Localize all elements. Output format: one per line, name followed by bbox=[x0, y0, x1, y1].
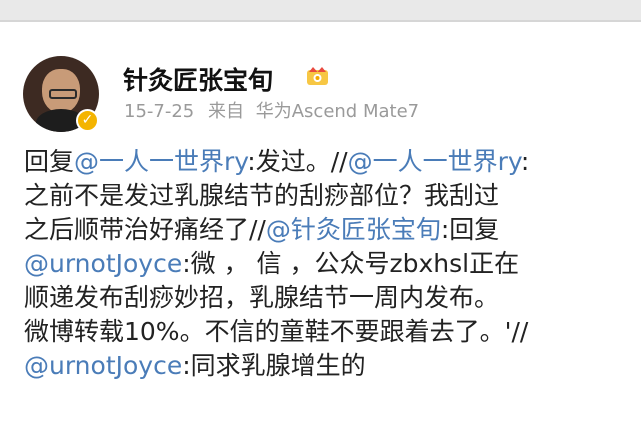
text-segment: 顺递发布刮痧妙招，乳腺结节一周内发布。 bbox=[24, 283, 500, 312]
mention-link[interactable]: @一人一世界ry bbox=[348, 147, 521, 176]
post-line-4: @urnotJoyce:微 ， 信 ，公众号zbxhsl正在 bbox=[24, 247, 634, 281]
mention-link[interactable]: @urnotJoyce bbox=[24, 351, 182, 380]
author-name[interactable]: 针灸匠张宝旬 bbox=[123, 61, 273, 97]
device-name[interactable]: 华为Ascend Mate7 bbox=[256, 101, 419, 122]
source-label: 来自 bbox=[208, 101, 244, 122]
mention-link[interactable]: @urnotJoyce bbox=[24, 249, 182, 278]
mention-link[interactable]: @一人一世界ry bbox=[74, 147, 247, 176]
post-line-5: 顺递发布刮痧妙招，乳腺结节一周内发布。 bbox=[24, 281, 634, 315]
text-segment: : bbox=[520, 147, 530, 176]
post-line-3: 之后顺带治好痛经了//@针灸匠张宝旬:回复 bbox=[24, 213, 634, 247]
top-bar bbox=[0, 0, 641, 20]
post-line-2: 之前不是发过乳腺结节的刮痧部位？我刮过 bbox=[24, 179, 634, 213]
text-segment: 之后顺带治好痛经了// bbox=[24, 215, 266, 244]
post-line-1: 回复@一人一世界ry:发过。//@一人一世界ry: bbox=[24, 145, 634, 179]
post-line-6: 微博转载10%。不信的童鞋不要跟着去了。'// bbox=[24, 315, 634, 349]
verified-badge-icon: ✓ bbox=[76, 109, 99, 132]
text-segment: 回复 bbox=[24, 147, 75, 176]
avatar-glasses bbox=[49, 89, 77, 99]
text-segment: :同求乳腺增生的 bbox=[182, 351, 366, 380]
text-segment: :发过。// bbox=[247, 147, 348, 176]
post-meta: 15-7-25 来自 华为Ascend Mate7 bbox=[124, 97, 419, 123]
post-line-7: @urnotJoyce:同求乳腺增生的 bbox=[24, 349, 634, 383]
crown-icon bbox=[307, 67, 328, 85]
mention-link[interactable]: @针灸匠张宝旬 bbox=[266, 215, 441, 244]
text-segment: :微 ， 信 ，公众号zbxhsl正在 bbox=[182, 249, 520, 278]
text-segment: 之前不是发过乳腺结节的刮痧部位？我刮过 bbox=[24, 181, 500, 210]
text-segment: :回复 bbox=[440, 215, 500, 244]
post-content: 回复@一人一世界ry:发过。//@一人一世界ry: 之前不是发过乳腺结节的刮痧部… bbox=[24, 145, 634, 383]
text-segment: 微博转载10%。不信的童鞋不要跟着去了。'// bbox=[24, 317, 529, 346]
post-date: 15-7-25 bbox=[124, 101, 195, 122]
